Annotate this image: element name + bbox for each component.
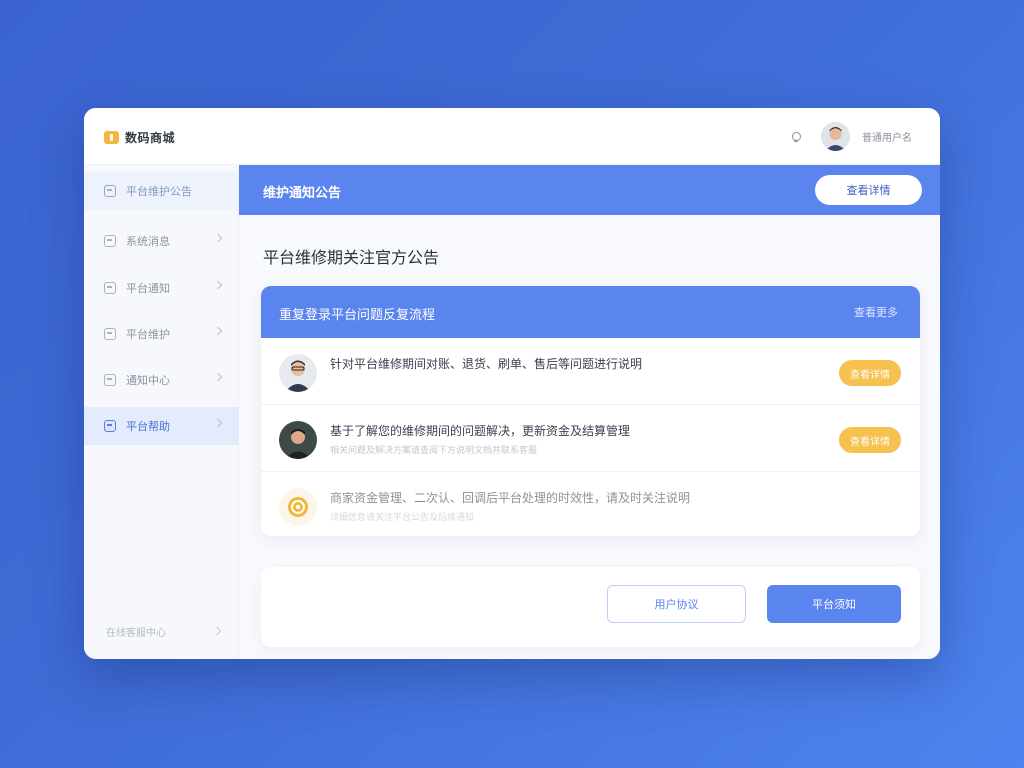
notice-icon	[104, 185, 116, 197]
sidebar-item-label: 平台通知	[126, 282, 170, 295]
avatar[interactable]	[821, 122, 850, 151]
row-details-button[interactable]: 查看详情	[839, 360, 901, 386]
sidebar-item-label: 系统消息	[126, 235, 170, 248]
sidebar-item-label: 通知中心	[126, 374, 170, 387]
logo[interactable]: 数码商城	[104, 129, 175, 146]
message-icon	[104, 235, 116, 247]
sidebar: 平台维护公告 系统消息 平台通知 平台维护 通知中心 平台帮助 在线客服中心	[84, 165, 239, 659]
view-details-button[interactable]: 查看详情	[815, 175, 922, 205]
sidebar-item-maintenance-notice[interactable]: 平台维护公告	[84, 172, 239, 210]
list-item-subtext: 相关问题及解决方案请查阅下方说明文档并联系客服	[330, 446, 538, 456]
platform-rules-button[interactable]: 平台须知	[767, 585, 901, 623]
wrench-icon	[104, 328, 116, 340]
person-avatar-icon	[821, 122, 850, 151]
username[interactable]: 普通用户名	[862, 129, 912, 144]
list-item[interactable]: 基于了解您的维修期间的问题解决，更新资金及结算管理 相关问题及解决方案请查阅下方…	[261, 405, 920, 472]
list-item-text: 针对平台维修期间对账、退货、刷单、售后等问题进行说明	[330, 357, 643, 371]
help-icon	[104, 420, 116, 432]
chevron-right-icon	[213, 280, 223, 290]
view-more-link[interactable]: 查看更多	[854, 304, 898, 320]
notification-icon[interactable]	[789, 130, 803, 144]
person-avatar-icon	[279, 421, 317, 459]
user-area: 普通用户名	[789, 122, 912, 151]
sidebar-item-platform-help[interactable]: 平台帮助	[84, 407, 239, 445]
logo-icon	[104, 131, 119, 144]
action-bar: 用户协议 平台须知	[261, 567, 920, 647]
sidebar-item-notification-center[interactable]: 通知中心	[84, 361, 239, 399]
chevron-right-icon	[213, 418, 223, 428]
app-title: 数码商城	[125, 131, 176, 145]
chevron-right-icon	[213, 233, 223, 243]
user-agreement-button[interactable]: 用户协议	[607, 585, 746, 623]
gold-coin-icon	[279, 488, 317, 526]
sidebar-item-label: 平台维护公告	[126, 185, 192, 198]
sidebar-item-system-messages[interactable]: 系统消息	[84, 222, 239, 260]
notice-card: 重复登录平台问题反复流程 查看更多 针对平台维修期间对账、退货、刷单、售后等问题…	[261, 286, 920, 536]
avatar	[279, 488, 317, 526]
top-bar: 数码商城 普通用户名	[84, 108, 940, 165]
chevron-right-icon	[213, 372, 223, 382]
sidebar-footer-link[interactable]: 在线客服中心	[106, 624, 166, 639]
chevron-right-icon	[213, 326, 223, 336]
bell-icon	[104, 282, 116, 294]
list-item[interactable]: 针对平台维修期间对账、退货、刷单、售后等问题进行说明 查看详情	[261, 338, 920, 405]
main-content: 维护通知公告 查看详情 平台维修期关注官方公告 重复登录平台问题反复流程 查看更…	[239, 165, 940, 659]
row-details-button[interactable]: 查看详情	[839, 427, 901, 453]
page-title: 平台维修期关注官方公告	[263, 248, 440, 267]
chevron-right-icon	[212, 626, 222, 636]
card-title: 重复登录平台问题反复流程	[279, 308, 436, 323]
person-avatar-icon	[279, 354, 317, 392]
sidebar-item-platform-notices[interactable]: 平台通知	[84, 269, 239, 307]
sidebar-item-label: 平台帮助	[126, 420, 170, 433]
notice-banner: 维护通知公告 查看详情	[239, 165, 940, 215]
app-window: 数码商城 普通用户名 平台维护公告 系统消息 平台通知 平台维护 通知中心 平台…	[84, 108, 940, 659]
card-header: 重复登录平台问题反复流程 查看更多	[261, 286, 920, 338]
sidebar-item-platform-maintenance[interactable]: 平台维护	[84, 315, 239, 353]
banner-title: 维护通知公告	[263, 186, 342, 201]
sidebar-item-label: 平台维护	[126, 328, 170, 341]
avatar	[279, 354, 317, 392]
list-item-subtext: 详细信息请关注平台公告及后续通知	[330, 513, 475, 523]
list-item-text: 基于了解您的维修期间的问题解决，更新资金及结算管理	[330, 424, 631, 438]
list-item[interactable]: 商家资金管理、二次认、回调后平台处理的时效性，请及时关注说明 详细信息请关注平台…	[261, 472, 920, 536]
inbox-icon	[104, 374, 116, 386]
list-item-text: 商家资金管理、二次认、回调后平台处理的时效性，请及时关注说明	[330, 491, 691, 505]
avatar	[279, 421, 317, 459]
